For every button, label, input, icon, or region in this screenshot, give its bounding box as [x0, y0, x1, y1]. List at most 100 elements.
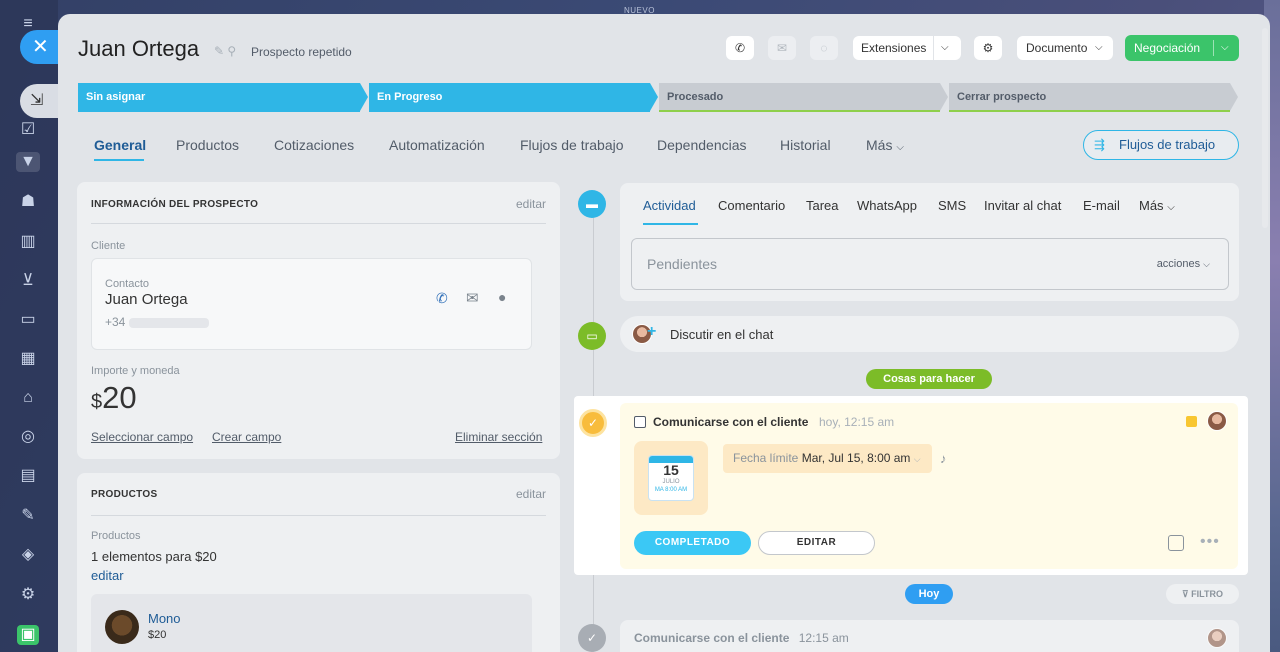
divider	[91, 515, 546, 516]
amount-value: $20	[91, 380, 137, 416]
phone-prefix: +34	[105, 315, 126, 329]
repeated-prospect-label[interactable]: Prospecto repetido	[251, 45, 352, 59]
deal-button[interactable]: Negociación ⌵	[1125, 35, 1239, 61]
todo-check-icon: ✓	[579, 409, 607, 437]
scrollbar[interactable]	[1262, 28, 1268, 228]
edit-link[interactable]: editar	[516, 487, 546, 501]
tab-general[interactable]: General	[94, 137, 146, 153]
select-field-link[interactable]: Seleccionar campo	[91, 430, 193, 444]
chevron-down-icon: ⌵	[896, 142, 904, 153]
pencil-icon[interactable]: ✎	[214, 44, 224, 58]
tab-historial[interactable]: Historial	[780, 137, 831, 153]
document-icon[interactable]: ▤	[18, 466, 38, 486]
product-name[interactable]: Mono	[148, 611, 181, 626]
edit-link[interactable]: editar	[516, 197, 546, 211]
stage-sin-asignar[interactable]: Sin asignar	[78, 83, 360, 112]
stage-procesado[interactable]: Procesado	[659, 83, 940, 112]
tab-underline	[643, 223, 698, 225]
create-field-link[interactable]: Crear campo	[212, 430, 281, 444]
tab-flujos[interactable]: Flujos de trabajo	[520, 137, 624, 153]
color-marker[interactable]	[1186, 416, 1197, 427]
card-title: INFORMACIÓN DEL PROSPECTO	[91, 199, 259, 210]
deadline-value: Mar, Jul 15, 8:00 am	[801, 451, 911, 465]
tab-mas[interactable]: Más ⌵	[866, 137, 904, 153]
chat-icon: ▭	[578, 322, 606, 350]
extensions-dropdown[interactable]: Extensiones ⌵	[853, 36, 961, 60]
target-icon[interactable]: ◎	[18, 427, 38, 447]
products-card: PRODUCTOS editar Productos 1 elementos p…	[77, 473, 560, 652]
actions-dropdown[interactable]: acciones ⌵	[1157, 258, 1210, 270]
email-button[interactable]: ✉	[768, 36, 796, 60]
currency-symbol: $	[91, 391, 103, 413]
tab-comentario[interactable]: Comentario	[718, 198, 785, 213]
edit-button[interactable]: EDITAR	[758, 531, 875, 555]
chevron-down-icon: ⌵	[1203, 259, 1210, 269]
chevron-down-icon: ⌵	[913, 454, 921, 464]
divider	[933, 36, 934, 60]
document-dropdown[interactable]: Documento ⌵	[1017, 36, 1113, 60]
stage-cerrar[interactable]: Cerrar prospecto	[949, 83, 1230, 112]
tab-productos[interactable]: Productos	[176, 137, 239, 153]
tab-sms[interactable]: SMS	[938, 198, 966, 213]
tab-invitar[interactable]: Invitar al chat	[984, 198, 1061, 213]
plus-icon[interactable]: +	[647, 323, 656, 341]
envelope-icon[interactable]: ✉	[466, 289, 479, 307]
product-image	[105, 610, 139, 644]
chevron-down-icon[interactable]: ⌵	[1221, 35, 1229, 61]
contact-phone[interactable]: +34	[105, 315, 209, 329]
delete-section-link[interactable]: Eliminar sección	[455, 430, 542, 444]
link-icon[interactable]: ⚲	[227, 44, 236, 58]
discuss-chat-row[interactable]: + Discutir en el chat	[620, 316, 1239, 352]
tab-tarea[interactable]: Tarea	[806, 198, 839, 213]
checklist-icon[interactable]: ☑	[18, 120, 38, 140]
todo-checkbox[interactable]	[634, 416, 646, 428]
deadline-selector[interactable]: Fecha límite Mar, Jul 15, 8:00 am ⌵	[723, 444, 932, 473]
settings-button[interactable]: ⚙	[974, 36, 1002, 60]
chat-button[interactable]: ◌	[810, 36, 838, 60]
tab-whatsapp[interactable]: WhatsApp	[857, 198, 917, 213]
bell-icon[interactable]: ♪	[940, 451, 947, 466]
close-icon: ✕	[32, 36, 49, 58]
phone-icon[interactable]: ✆	[436, 290, 448, 307]
products-summary: 1 elementos para $20	[91, 549, 217, 564]
chart-icon[interactable]: ▥	[18, 232, 38, 252]
funnel-icon[interactable]: ▼	[16, 152, 40, 172]
history-item[interactable]: Comunicarse con el cliente 12:15 am	[620, 620, 1239, 652]
tab-dependencias[interactable]: Dependencias	[657, 137, 747, 153]
call-button[interactable]: ✆	[726, 36, 754, 60]
stage-en-progreso[interactable]: En Progreso	[369, 83, 650, 112]
tab-mas-label: Más	[866, 137, 893, 153]
chat-icon[interactable]: ▭	[18, 310, 38, 330]
todo-title[interactable]: Comunicarse con el cliente	[653, 415, 808, 429]
title-edit-icons[interactable]: ✎ ⚲	[214, 44, 236, 58]
contact-label: Contacto	[105, 278, 150, 290]
tab-actividad[interactable]: Actividad	[643, 198, 696, 213]
tab-automatizacion[interactable]: Automatización	[389, 137, 485, 153]
more-icon[interactable]: •••	[1200, 533, 1220, 551]
tab-cotizaciones[interactable]: Cotizaciones	[274, 137, 354, 153]
collapse-button[interactable]: ⇲	[20, 84, 60, 118]
pen-icon[interactable]: ✎	[18, 506, 38, 526]
settings-icon[interactable]: ⚙	[18, 585, 38, 605]
chat-bubble-icon[interactable]: ●	[498, 289, 506, 305]
stage-arrow	[940, 83, 948, 111]
close-button[interactable]: ✕	[20, 30, 60, 64]
tab-email[interactable]: E-mail	[1083, 198, 1120, 213]
robot-icon[interactable]: ☗	[18, 192, 38, 212]
store-icon[interactable]: ⌂	[18, 388, 38, 408]
products-edit-link[interactable]: editar	[91, 568, 124, 583]
filter-button[interactable]: ⊽ FILTRO	[1166, 584, 1239, 604]
tab-mas[interactable]: Más ⌵	[1139, 198, 1175, 213]
box-icon[interactable]: ◈	[18, 545, 38, 565]
envelope-icon: ✉	[776, 41, 788, 55]
document-label: Documento	[1026, 41, 1088, 55]
apps-icon[interactable]: ▣	[17, 625, 39, 645]
note-icon[interactable]	[1168, 535, 1184, 551]
pending-input[interactable]: Pendientes acciones ⌵	[631, 238, 1229, 290]
contact-name[interactable]: Juan Ortega	[105, 291, 188, 308]
workflows-button[interactable]: ⇶ Flujos de trabajo	[1083, 130, 1239, 160]
extensions-label: Extensiones	[861, 41, 927, 55]
calendar-icon[interactable]: ▦	[18, 349, 38, 369]
cart-icon[interactable]: ⊻	[18, 271, 38, 291]
complete-button[interactable]: COMPLETADO	[634, 531, 751, 555]
